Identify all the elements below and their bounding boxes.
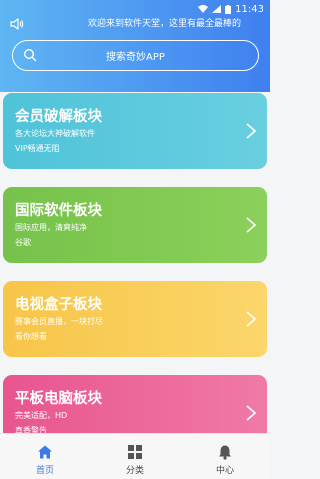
chevron-right-icon [246, 405, 257, 421]
search-icon [23, 48, 37, 62]
bottom-tab-bar: 首页 分类 中心 [0, 433, 270, 479]
status-bar: 11:43 [198, 2, 264, 16]
tab-label: 中心 [215, 466, 234, 476]
card-desc-line1: 完美适配，HD [15, 411, 68, 420]
card-tv-box[interactable]: 电视盒子板块 赛事会员直播，一块打尽 看你想看 [3, 281, 267, 357]
signal-icon [212, 5, 222, 13]
wifi-icon [198, 5, 209, 13]
bell-icon [219, 445, 231, 460]
home-icon [38, 445, 52, 459]
tab-category[interactable]: 分类 [90, 434, 180, 479]
card-vip-crack[interactable]: 会员破解板块 各大论坛大神破解软件 VIP畅通无阻 [3, 93, 267, 169]
announcement-text: 欢迎来到软件天堂，这里有最全最棒的 [88, 19, 242, 29]
status-time: 11:43 [235, 3, 264, 15]
chevron-right-icon [246, 123, 257, 139]
search-placeholder: 搜索奇妙APP [106, 52, 165, 63]
card-desc-line2: VIP畅通无阻 [15, 144, 60, 153]
tab-label: 分类 [125, 466, 144, 476]
chevron-right-icon [246, 217, 257, 233]
header-banner: 11:43 欢迎来到软件天堂，这里有最全最棒的 搜索奇妙APP [0, 0, 270, 92]
battery-icon [225, 4, 232, 14]
card-desc-line2: 谷歌 [15, 238, 31, 247]
tab-home[interactable]: 首页 [0, 434, 90, 479]
tab-center[interactable]: 中心 [180, 434, 270, 479]
card-title: 电视盒子板块 [15, 297, 102, 313]
speaker-icon[interactable] [10, 17, 24, 31]
card-desc-line1: 国际应用，清爽纯净 [15, 223, 87, 232]
card-international[interactable]: 国际软件板块 国际应用，清爽纯净 谷歌 [3, 187, 267, 263]
search-bar[interactable]: 搜索奇妙APP [12, 40, 259, 71]
card-desc-line1: 赛事会员直播，一块打尽 [15, 317, 103, 326]
grid-icon [128, 445, 142, 459]
card-desc-line2: 看你想看 [15, 332, 47, 341]
card-title: 平板电脑板块 [15, 391, 102, 407]
chevron-right-icon [246, 311, 257, 327]
tab-label: 首页 [35, 466, 54, 476]
card-desc-line1: 各大论坛大神破解软件 [15, 129, 95, 138]
card-title: 国际软件板块 [15, 203, 102, 219]
card-title: 会员破解板块 [15, 109, 102, 125]
